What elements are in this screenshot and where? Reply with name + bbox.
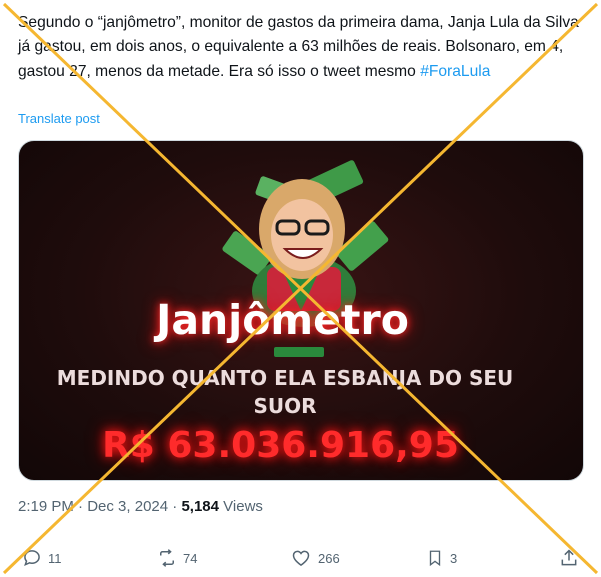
bookmark-icon [429, 550, 441, 567]
post-meta: 2:19 PM · Dec 3, 2024 · 5,184 Views [18, 498, 263, 515]
hashtag-link[interactable]: #ForaLula [420, 63, 490, 80]
post-time[interactable]: 2:19 PM [18, 498, 74, 515]
share-icon [561, 549, 577, 566]
media-subtitle: MEDINDO QUANTO ELA ESBANJA DO SEU SUOR [56, 366, 514, 418]
media-title: Janjômetro [156, 296, 409, 344]
heart-icon [292, 550, 310, 566]
post-text-body: Segundo o “janjômetro”, monitor de gasto… [18, 14, 579, 80]
repost-button[interactable]: 74 [157, 548, 197, 568]
views-count: 5,184 [181, 498, 219, 515]
post-date[interactable]: Dec 3, 2024 [87, 498, 168, 515]
share-button[interactable] [559, 548, 579, 568]
repost-icon [160, 549, 174, 567]
translate-post-link[interactable]: Translate post [18, 111, 100, 126]
reply-count: 11 [48, 550, 62, 566]
bookmark-count: 3 [450, 550, 458, 566]
like-button[interactable]: 266 [290, 548, 340, 568]
bookmark-button[interactable]: 3 [426, 548, 457, 568]
repost-count: 74 [183, 550, 198, 566]
post-text: Segundo o “janjômetro”, monitor de gasto… [18, 11, 584, 84]
reply-button[interactable]: 11 [22, 548, 62, 568]
media-amount: R$ 63.036.916,95 [102, 425, 459, 466]
brazil-flag-badge [274, 347, 324, 357]
reply-icon [24, 550, 40, 567]
meta-separator: · [73, 498, 88, 515]
like-count: 266 [318, 550, 340, 566]
meta-separator: · [168, 498, 182, 515]
views-label: Views [219, 498, 263, 515]
